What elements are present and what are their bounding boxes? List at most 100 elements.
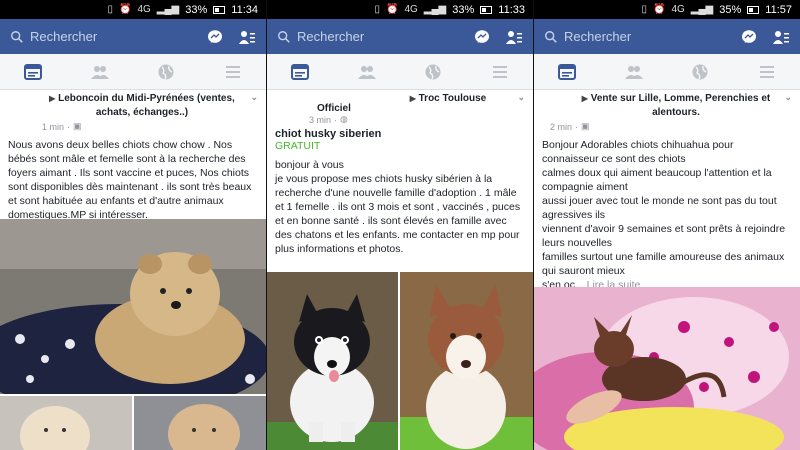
arrow-right-icon: ▶ (581, 94, 588, 103)
battery-percent: 33% (452, 3, 475, 16)
arrow-right-icon: ▶ (49, 94, 56, 103)
battery-icon (213, 5, 226, 14)
post-photo-2[interactable] (0, 396, 132, 450)
dot-separator: · (575, 121, 579, 132)
search-icon (545, 30, 557, 43)
tab-bar (267, 54, 533, 90)
clock: 11:34 (231, 3, 258, 16)
sale-title: chiot husky siberien (275, 128, 382, 140)
vibrate-icon: ▯ (107, 4, 113, 15)
post: ▶ Leboncoin du Midi-Pyrénées (ventes, ac… (0, 90, 266, 222)
messenger-icon[interactable] (471, 26, 493, 48)
globe-icon[interactable] (418, 57, 448, 87)
post-text: bonjour à vous je vous propose mes chiot… (275, 159, 521, 255)
search-icon (11, 30, 23, 43)
facebook-header: Rechercher (0, 19, 266, 54)
globe-icon[interactable] (151, 57, 181, 87)
search-placeholder: Rechercher (564, 29, 632, 44)
status-bar: ▯ ⏰ 4G ▂▄▆ 33% 11:34 (0, 0, 266, 19)
chevron-down-icon[interactable]: ⌄ (250, 90, 258, 104)
post: Officiel ▶ Troc Toulouse ⌄ 3 min · ◍ chi… (267, 90, 533, 256)
post-photo-main[interactable] (534, 287, 800, 450)
clock: 11:33 (498, 3, 525, 16)
group-prefix: Officiel (317, 103, 351, 114)
battery-icon (480, 5, 493, 14)
friends-icon[interactable] (85, 57, 115, 87)
friend-requests-icon[interactable] (770, 26, 792, 48)
network-label: 4G (404, 4, 418, 15)
globe-icon[interactable] (685, 57, 715, 87)
post-text: Bonjour Adorables chiots chihuahua pour … (542, 138, 792, 292)
facebook-header: Rechercher (267, 19, 533, 54)
search-placeholder: Rechercher (30, 29, 98, 44)
post-group-header: ▶ Leboncoin du Midi-Pyrénées (ventes, ac… (38, 90, 258, 120)
search-icon (278, 30, 290, 43)
post-text-content: Bonjour Adorables chiots chihuahua pour … (542, 139, 786, 291)
tab-bar (534, 54, 800, 90)
post-time[interactable]: 1 min (42, 122, 64, 132)
friends-icon[interactable] (619, 57, 649, 87)
group-name[interactable]: Vente sur Lille, Lomme, Perenchies et al… (591, 93, 771, 118)
search-input[interactable]: Rechercher (10, 29, 194, 44)
globe-small-icon: ◍ (340, 114, 348, 124)
friend-requests-icon[interactable] (503, 26, 525, 48)
post-time[interactable]: 3 min (309, 115, 331, 125)
messenger-icon[interactable] (204, 26, 226, 48)
post: ▶ Vente sur Lille, Lomme, Perenchies et … (534, 90, 800, 292)
search-placeholder: Rechercher (297, 29, 365, 44)
menu-icon[interactable] (752, 57, 782, 87)
alarm-icon: ⏰ (385, 4, 399, 15)
tab-bar (0, 54, 266, 90)
sale-price: GRATUIT (275, 140, 321, 152)
network-label: 4G (137, 4, 151, 15)
screenshot-panel-1: ▯ ⏰ 4G ▂▄▆ 33% 11:34 Rechercher ▶ Lebonc… (0, 0, 266, 450)
post-meta: 3 min · ◍ (309, 114, 525, 125)
network-label: 4G (671, 4, 685, 15)
group-privacy-icon: ▣ (73, 121, 82, 131)
alarm-icon: ⏰ (652, 4, 666, 15)
search-input[interactable]: Rechercher (544, 29, 728, 44)
screenshot-panel-3: ▯ ⏰ 4G ▂▄▆ 35% 11:57 Rechercher ▶ Vente … (534, 0, 800, 450)
post-photo-2[interactable] (400, 272, 533, 450)
group-privacy-icon: ▣ (581, 121, 590, 131)
post-meta: 1 min · ▣ (42, 121, 258, 132)
chevron-down-icon[interactable]: ⌄ (517, 90, 525, 104)
screenshot-panel-2: ▯ ⏰ 4G ▂▄▆ 33% 11:33 Rechercher Officiel… (267, 0, 533, 450)
search-input[interactable]: Rechercher (277, 29, 461, 44)
chevron-down-icon[interactable]: ⌄ (784, 90, 792, 104)
signal-icon: ▂▄▆ (423, 4, 447, 15)
facebook-header: Rechercher (534, 19, 800, 54)
status-bar: ▯ ⏰ 4G ▂▄▆ 33% 11:33 (267, 0, 533, 19)
status-bar: ▯ ⏰ 4G ▂▄▆ 35% 11:57 (534, 0, 800, 19)
signal-icon: ▂▄▆ (156, 4, 180, 15)
battery-percent: 33% (185, 3, 208, 16)
clock: 11:57 (765, 3, 792, 16)
post-photo-main[interactable] (0, 219, 266, 394)
post-group-header: ▶ Vente sur Lille, Lomme, Perenchies et … (572, 90, 792, 120)
group-name[interactable]: Leboncoin du Midi-Pyrénées (ventes, acha… (58, 93, 235, 118)
post-time[interactable]: 2 min (550, 122, 572, 132)
post-photo-3[interactable] (134, 396, 266, 450)
dot-separator: · (334, 114, 338, 125)
post-text: Nous avons deux belles chiots chow chow … (8, 139, 252, 221)
news-feed-icon[interactable] (18, 57, 48, 87)
friend-requests-icon[interactable] (236, 26, 258, 48)
alarm-icon: ⏰ (118, 4, 132, 15)
group-name[interactable]: Troc Toulouse (419, 93, 487, 104)
post-meta: 2 min · ▣ (550, 121, 792, 132)
battery-icon (747, 5, 760, 14)
signal-icon: ▂▄▆ (690, 4, 714, 15)
news-feed-icon[interactable] (552, 57, 582, 87)
arrow-right-icon: ▶ (409, 94, 416, 103)
messenger-icon[interactable] (738, 26, 760, 48)
vibrate-icon: ▯ (374, 4, 380, 15)
friends-icon[interactable] (352, 57, 382, 87)
post-group-header: Officiel ▶ Troc Toulouse ⌄ (275, 90, 525, 114)
news-feed-icon[interactable] (285, 57, 315, 87)
dot-separator: · (67, 121, 71, 132)
menu-icon[interactable] (218, 57, 248, 87)
menu-icon[interactable] (485, 57, 515, 87)
battery-percent: 35% (719, 3, 742, 16)
vibrate-icon: ▯ (641, 4, 647, 15)
post-photo-main[interactable] (267, 272, 398, 450)
